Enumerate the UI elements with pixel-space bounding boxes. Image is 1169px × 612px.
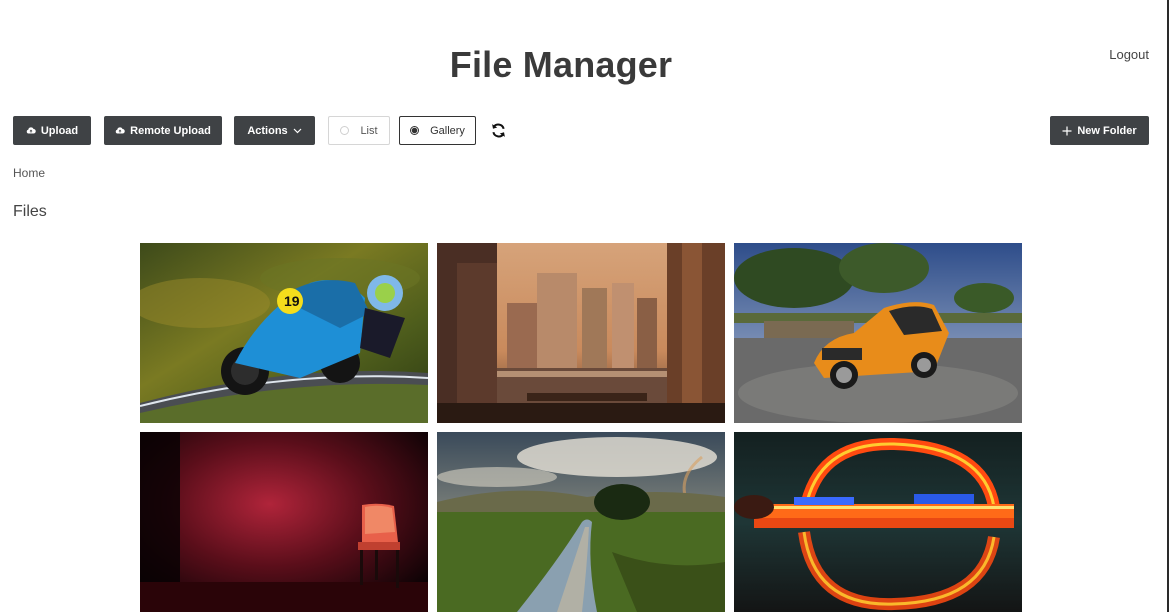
upload-button[interactable]: Upload — [13, 116, 91, 145]
gallery-item-car[interactable] — [734, 243, 1022, 423]
files-section-title: Files — [13, 203, 47, 220]
list-view-radio[interactable] — [340, 126, 350, 135]
actions-dropdown-button[interactable]: Actions — [234, 116, 315, 145]
list-view-option[interactable]: List — [328, 116, 390, 145]
file-manager-page: File Manager Logout Upload Remote Upload… — [0, 0, 1169, 612]
page-title: File Manager — [449, 44, 673, 85]
river-image — [437, 432, 725, 612]
city-image — [437, 243, 725, 423]
chair-image — [140, 432, 428, 612]
gallery-view-radio[interactable] — [410, 126, 420, 135]
refresh-icon[interactable] — [490, 122, 507, 139]
remote-upload-button-label: Remote Upload — [130, 124, 211, 137]
remote-upload-button[interactable]: Remote Upload — [104, 116, 222, 145]
new-folder-button-label: New Folder — [1077, 124, 1137, 137]
svg-text:19: 19 — [284, 293, 300, 309]
gallery-item-city[interactable] — [437, 243, 725, 423]
cloud-upload-icon — [26, 127, 36, 134]
list-view-label: List — [360, 124, 378, 137]
logout-link[interactable]: Logout — [1109, 47, 1149, 62]
actions-button-label: Actions — [247, 124, 288, 137]
gallery-item-motorcycle[interactable]: 19 — [140, 243, 428, 423]
gallery-view-option[interactable]: Gallery — [399, 116, 476, 145]
upload-button-label: Upload — [40, 124, 79, 137]
new-folder-button[interactable]: New Folder — [1050, 116, 1149, 145]
car-image — [734, 243, 1022, 423]
plus-icon — [1062, 126, 1072, 135]
motorcycle-image: 19 — [140, 243, 428, 423]
cloud-upload-icon — [115, 127, 125, 134]
gallery-item-river[interactable] — [437, 432, 725, 612]
breadcrumb-home[interactable]: Home — [13, 166, 45, 180]
gallery-view-label: Gallery — [430, 124, 465, 137]
gallery-item-neon-arch[interactable] — [734, 432, 1022, 612]
chevron-down-icon — [293, 128, 302, 133]
gallery-item-chair[interactable] — [140, 432, 428, 612]
neon-arch-image — [734, 432, 1022, 612]
